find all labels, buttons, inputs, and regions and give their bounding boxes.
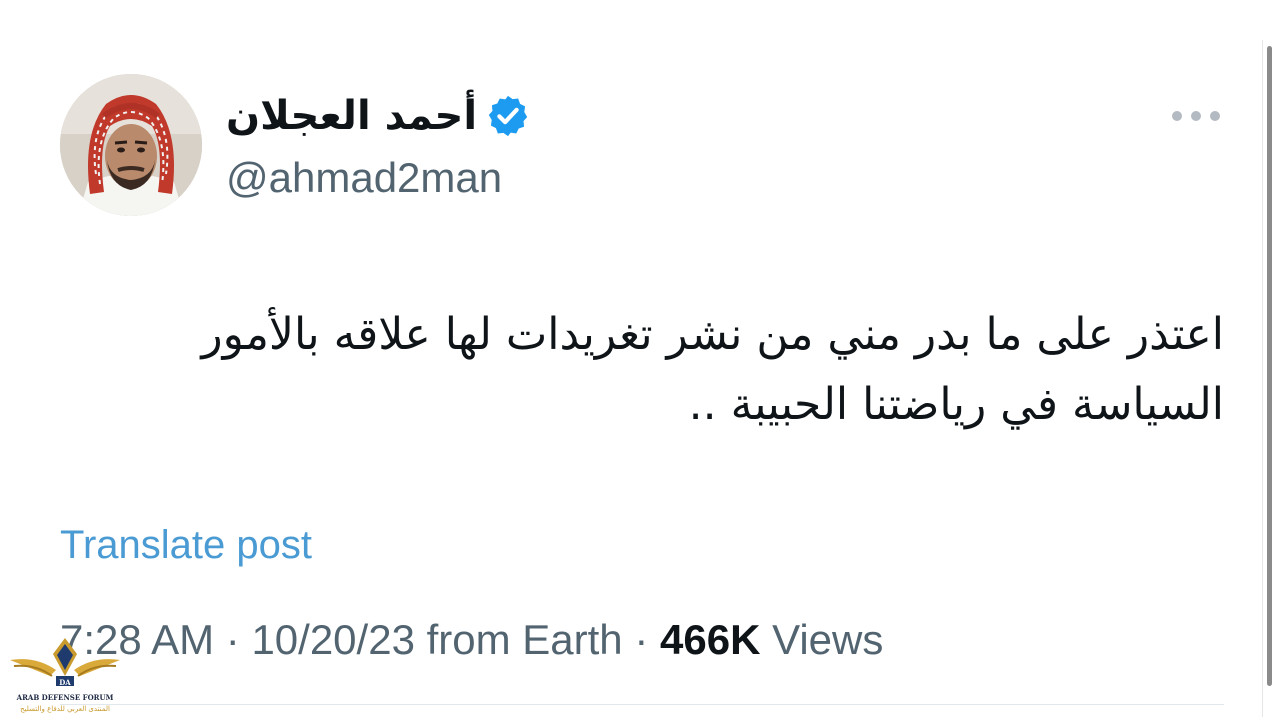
tweet-meta: 7:28 AM · 10/20/23 from Earth · 466K Vie… bbox=[60, 614, 883, 666]
views-count[interactable]: 466K bbox=[660, 616, 760, 663]
translate-post-link[interactable]: Translate post bbox=[60, 520, 312, 570]
author-name-row[interactable]: أحمد العجلان bbox=[226, 88, 531, 144]
divider bbox=[60, 704, 1224, 705]
author-handle[interactable]: @ahmad2man bbox=[226, 152, 502, 204]
tweet-source: from Earth bbox=[414, 616, 623, 663]
verified-badge-icon bbox=[488, 95, 528, 137]
avatar[interactable] bbox=[60, 74, 202, 216]
scrollbar-thumb[interactable] bbox=[1267, 46, 1272, 686]
more-options-button[interactable] bbox=[1172, 104, 1220, 128]
author-display-name[interactable]: أحمد العجلان bbox=[226, 88, 477, 144]
svg-text:DA: DA bbox=[59, 678, 71, 687]
watermark-subtitle: المنتدى العربي للدفاع والتسليح bbox=[20, 705, 110, 713]
tweet-text: اعتذر على ما بدر مني من نشر تغريدات لها … bbox=[90, 300, 1224, 440]
watermark-title: ARAB DEFENSE FORUM bbox=[16, 693, 114, 702]
more-dot-icon bbox=[1172, 111, 1182, 121]
tweet-date[interactable]: 10/20/23 bbox=[251, 616, 415, 663]
meta-separator: · bbox=[622, 616, 660, 663]
profile-photo-icon bbox=[60, 74, 202, 216]
more-dot-icon bbox=[1191, 111, 1201, 121]
more-dot-icon bbox=[1210, 111, 1220, 121]
tweet-text-line: السياسة في رياضتنا الحبيبة .. bbox=[688, 379, 1224, 430]
watermark-logo: DA ARAB DEFENSE FORUM المنتدى العربي للد… bbox=[10, 638, 120, 713]
views-label[interactable]: Views bbox=[760, 616, 883, 663]
meta-separator: · bbox=[214, 616, 252, 663]
tweet-text-line: اعتذر على ما بدر مني من نشر تغريدات لها … bbox=[201, 309, 1224, 360]
